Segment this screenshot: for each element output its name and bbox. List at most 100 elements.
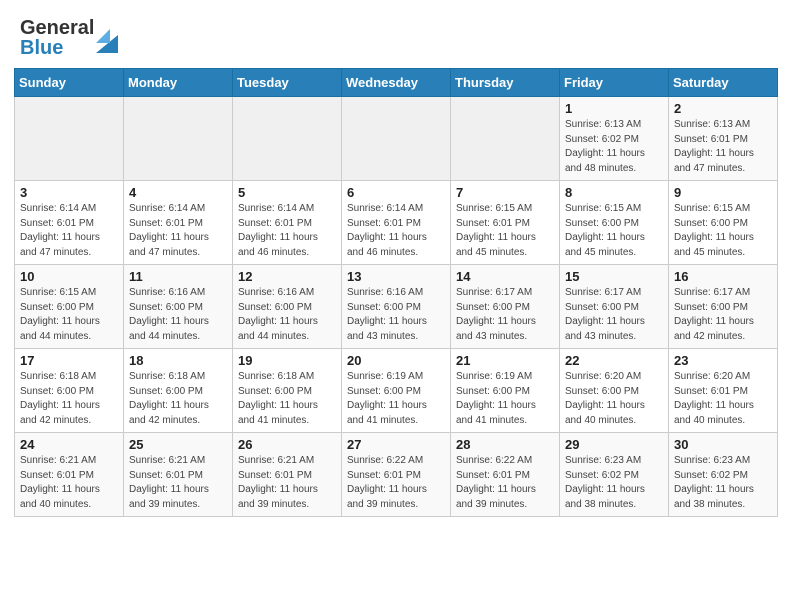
day-number: 13 bbox=[347, 269, 445, 284]
day-number: 28 bbox=[456, 437, 554, 452]
day-number: 21 bbox=[456, 353, 554, 368]
day-number: 7 bbox=[456, 185, 554, 200]
day-detail: Sunrise: 6:15 AM Sunset: 6:00 PM Dayligh… bbox=[674, 203, 754, 258]
day-cell: 18 Sunrise: 6:18 AM Sunset: 6:00 PM Dayli… bbox=[124, 349, 233, 433]
day-detail: Sunrise: 6:13 AM Sunset: 6:01 PM Dayligh… bbox=[674, 119, 754, 174]
day-cell: 3 Sunrise: 6:14 AM Sunset: 6:01 PM Daylig… bbox=[15, 181, 124, 265]
day-number: 26 bbox=[238, 437, 336, 452]
day-cell bbox=[233, 97, 342, 181]
day-detail: Sunrise: 6:21 AM Sunset: 6:01 PM Dayligh… bbox=[129, 455, 209, 510]
day-cell: 16 Sunrise: 6:17 AM Sunset: 6:00 PM Dayli… bbox=[669, 265, 778, 349]
day-detail: Sunrise: 6:13 AM Sunset: 6:02 PM Dayligh… bbox=[565, 119, 645, 174]
day-cell: 27Sunrise: 6:22 AM Sunset: 6:01 PM Dayli… bbox=[342, 433, 451, 517]
day-detail: Sunrise: 6:16 AM Sunset: 6:00 PM Dayligh… bbox=[347, 287, 427, 342]
day-detail: Sunrise: 6:15 AM Sunset: 6:00 PM Dayligh… bbox=[20, 287, 100, 342]
weekday-saturday: Saturday bbox=[669, 69, 778, 97]
day-number: 10 bbox=[20, 269, 118, 284]
day-number: 15 bbox=[565, 269, 663, 284]
day-number: 14 bbox=[456, 269, 554, 284]
day-number: 9 bbox=[674, 185, 772, 200]
day-detail: Sunrise: 6:17 AM Sunset: 6:00 PM Dayligh… bbox=[565, 287, 645, 342]
day-cell: 11 Sunrise: 6:16 AM Sunset: 6:00 PM Dayli… bbox=[124, 265, 233, 349]
day-detail: Sunrise: 6:20 AM Sunset: 6:00 PM Dayligh… bbox=[565, 371, 645, 426]
day-cell: 8Sunrise: 6:15 AM Sunset: 6:00 PM Daylig… bbox=[560, 181, 669, 265]
day-number: 19 bbox=[238, 353, 336, 368]
day-number: 11 bbox=[129, 269, 227, 284]
weekday-tuesday: Tuesday bbox=[233, 69, 342, 97]
day-cell: 4 Sunrise: 6:14 AM Sunset: 6:01 PM Daylig… bbox=[124, 181, 233, 265]
day-number: 8 bbox=[565, 185, 663, 200]
day-cell: 10 Sunrise: 6:15 AM Sunset: 6:00 PM Dayli… bbox=[15, 265, 124, 349]
day-number: 3 bbox=[20, 185, 118, 200]
weekday-thursday: Thursday bbox=[451, 69, 560, 97]
day-cell: 25Sunrise: 6:21 AM Sunset: 6:01 PM Dayli… bbox=[124, 433, 233, 517]
day-cell: 2 Sunrise: 6:13 AM Sunset: 6:01 PM Daylig… bbox=[669, 97, 778, 181]
day-cell: 29 Sunrise: 6:23 AM Sunset: 6:02 PM Dayli… bbox=[560, 433, 669, 517]
day-cell bbox=[124, 97, 233, 181]
day-number: 29 bbox=[565, 437, 663, 452]
day-number: 22 bbox=[565, 353, 663, 368]
day-detail: Sunrise: 6:22 AM Sunset: 6:01 PM Dayligh… bbox=[456, 455, 536, 510]
calendar-table: SundayMondayTuesdayWednesdayThursdayFrid… bbox=[14, 68, 778, 517]
day-number: 5 bbox=[238, 185, 336, 200]
logo: General Blue bbox=[20, 18, 118, 58]
weekday-header-row: SundayMondayTuesdayWednesdayThursdayFrid… bbox=[15, 69, 778, 97]
day-detail: Sunrise: 6:19 AM Sunset: 6:00 PM Dayligh… bbox=[347, 371, 427, 426]
day-detail: Sunrise: 6:17 AM Sunset: 6:00 PM Dayligh… bbox=[456, 287, 536, 342]
day-cell: 26 Sunrise: 6:21 AM Sunset: 6:01 PM Dayli… bbox=[233, 433, 342, 517]
weekday-wednesday: Wednesday bbox=[342, 69, 451, 97]
day-number: 20 bbox=[347, 353, 445, 368]
day-detail: Sunrise: 6:14 AM Sunset: 6:01 PM Dayligh… bbox=[347, 203, 427, 258]
day-detail: Sunrise: 6:18 AM Sunset: 6:00 PM Dayligh… bbox=[129, 371, 209, 426]
day-detail: Sunrise: 6:14 AM Sunset: 6:01 PM Dayligh… bbox=[20, 203, 100, 258]
day-cell: 23Sunrise: 6:20 AM Sunset: 6:01 PM Dayli… bbox=[669, 349, 778, 433]
day-detail: Sunrise: 6:16 AM Sunset: 6:00 PM Dayligh… bbox=[129, 287, 209, 342]
day-number: 4 bbox=[129, 185, 227, 200]
day-cell: 30 Sunrise: 6:23 AM Sunset: 6:02 PM Dayli… bbox=[669, 433, 778, 517]
day-cell: 5Sunrise: 6:14 AM Sunset: 6:01 PM Daylig… bbox=[233, 181, 342, 265]
logo-general: General bbox=[20, 18, 94, 38]
day-detail: Sunrise: 6:22 AM Sunset: 6:01 PM Dayligh… bbox=[347, 455, 427, 510]
day-cell: 12Sunrise: 6:16 AM Sunset: 6:00 PM Dayli… bbox=[233, 265, 342, 349]
week-row-1: 1 Sunrise: 6:13 AM Sunset: 6:02 PM Daylig… bbox=[15, 97, 778, 181]
week-row-4: 17 Sunrise: 6:18 AM Sunset: 6:00 PM Dayli… bbox=[15, 349, 778, 433]
day-cell: 14 Sunrise: 6:17 AM Sunset: 6:00 PM Dayli… bbox=[451, 265, 560, 349]
day-number: 24 bbox=[20, 437, 118, 452]
day-cell: 28 Sunrise: 6:22 AM Sunset: 6:01 PM Dayli… bbox=[451, 433, 560, 517]
day-number: 6 bbox=[347, 185, 445, 200]
day-number: 18 bbox=[129, 353, 227, 368]
day-cell: 6 Sunrise: 6:14 AM Sunset: 6:01 PM Daylig… bbox=[342, 181, 451, 265]
day-cell: 20 Sunrise: 6:19 AM Sunset: 6:00 PM Dayli… bbox=[342, 349, 451, 433]
day-detail: Sunrise: 6:17 AM Sunset: 6:00 PM Dayligh… bbox=[674, 287, 754, 342]
day-cell: 21 Sunrise: 6:19 AM Sunset: 6:00 PM Dayli… bbox=[451, 349, 560, 433]
weekday-monday: Monday bbox=[124, 69, 233, 97]
calendar-body: 1 Sunrise: 6:13 AM Sunset: 6:02 PM Daylig… bbox=[15, 97, 778, 517]
day-number: 2 bbox=[674, 101, 772, 116]
day-cell: 24 Sunrise: 6:21 AM Sunset: 6:01 PM Dayli… bbox=[15, 433, 124, 517]
day-detail: Sunrise: 6:21 AM Sunset: 6:01 PM Dayligh… bbox=[20, 455, 100, 510]
day-detail: Sunrise: 6:18 AM Sunset: 6:00 PM Dayligh… bbox=[238, 371, 318, 426]
week-row-5: 24 Sunrise: 6:21 AM Sunset: 6:01 PM Dayli… bbox=[15, 433, 778, 517]
day-cell bbox=[451, 97, 560, 181]
day-detail: Sunrise: 6:23 AM Sunset: 6:02 PM Dayligh… bbox=[565, 455, 645, 510]
day-detail: Sunrise: 6:19 AM Sunset: 6:00 PM Dayligh… bbox=[456, 371, 536, 426]
day-number: 16 bbox=[674, 269, 772, 284]
day-detail: Sunrise: 6:14 AM Sunset: 6:01 PM Dayligh… bbox=[129, 203, 209, 258]
day-number: 17 bbox=[20, 353, 118, 368]
weekday-sunday: Sunday bbox=[15, 69, 124, 97]
day-number: 1 bbox=[565, 101, 663, 116]
day-cell: 22 Sunrise: 6:20 AM Sunset: 6:00 PM Dayli… bbox=[560, 349, 669, 433]
day-detail: Sunrise: 6:20 AM Sunset: 6:01 PM Dayligh… bbox=[674, 371, 754, 426]
day-number: 30 bbox=[674, 437, 772, 452]
calendar: SundayMondayTuesdayWednesdayThursdayFrid… bbox=[0, 68, 792, 531]
day-number: 12 bbox=[238, 269, 336, 284]
day-cell: 1 Sunrise: 6:13 AM Sunset: 6:02 PM Daylig… bbox=[560, 97, 669, 181]
day-cell: 7Sunrise: 6:15 AM Sunset: 6:01 PM Daylig… bbox=[451, 181, 560, 265]
page-header: General Blue bbox=[0, 0, 792, 68]
day-detail: Sunrise: 6:21 AM Sunset: 6:01 PM Dayligh… bbox=[238, 455, 318, 510]
day-cell: 17 Sunrise: 6:18 AM Sunset: 6:00 PM Dayli… bbox=[15, 349, 124, 433]
day-detail: Sunrise: 6:23 AM Sunset: 6:02 PM Dayligh… bbox=[674, 455, 754, 510]
day-detail: Sunrise: 6:18 AM Sunset: 6:00 PM Dayligh… bbox=[20, 371, 100, 426]
day-cell: 19 Sunrise: 6:18 AM Sunset: 6:00 PM Dayli… bbox=[233, 349, 342, 433]
day-cell bbox=[342, 97, 451, 181]
